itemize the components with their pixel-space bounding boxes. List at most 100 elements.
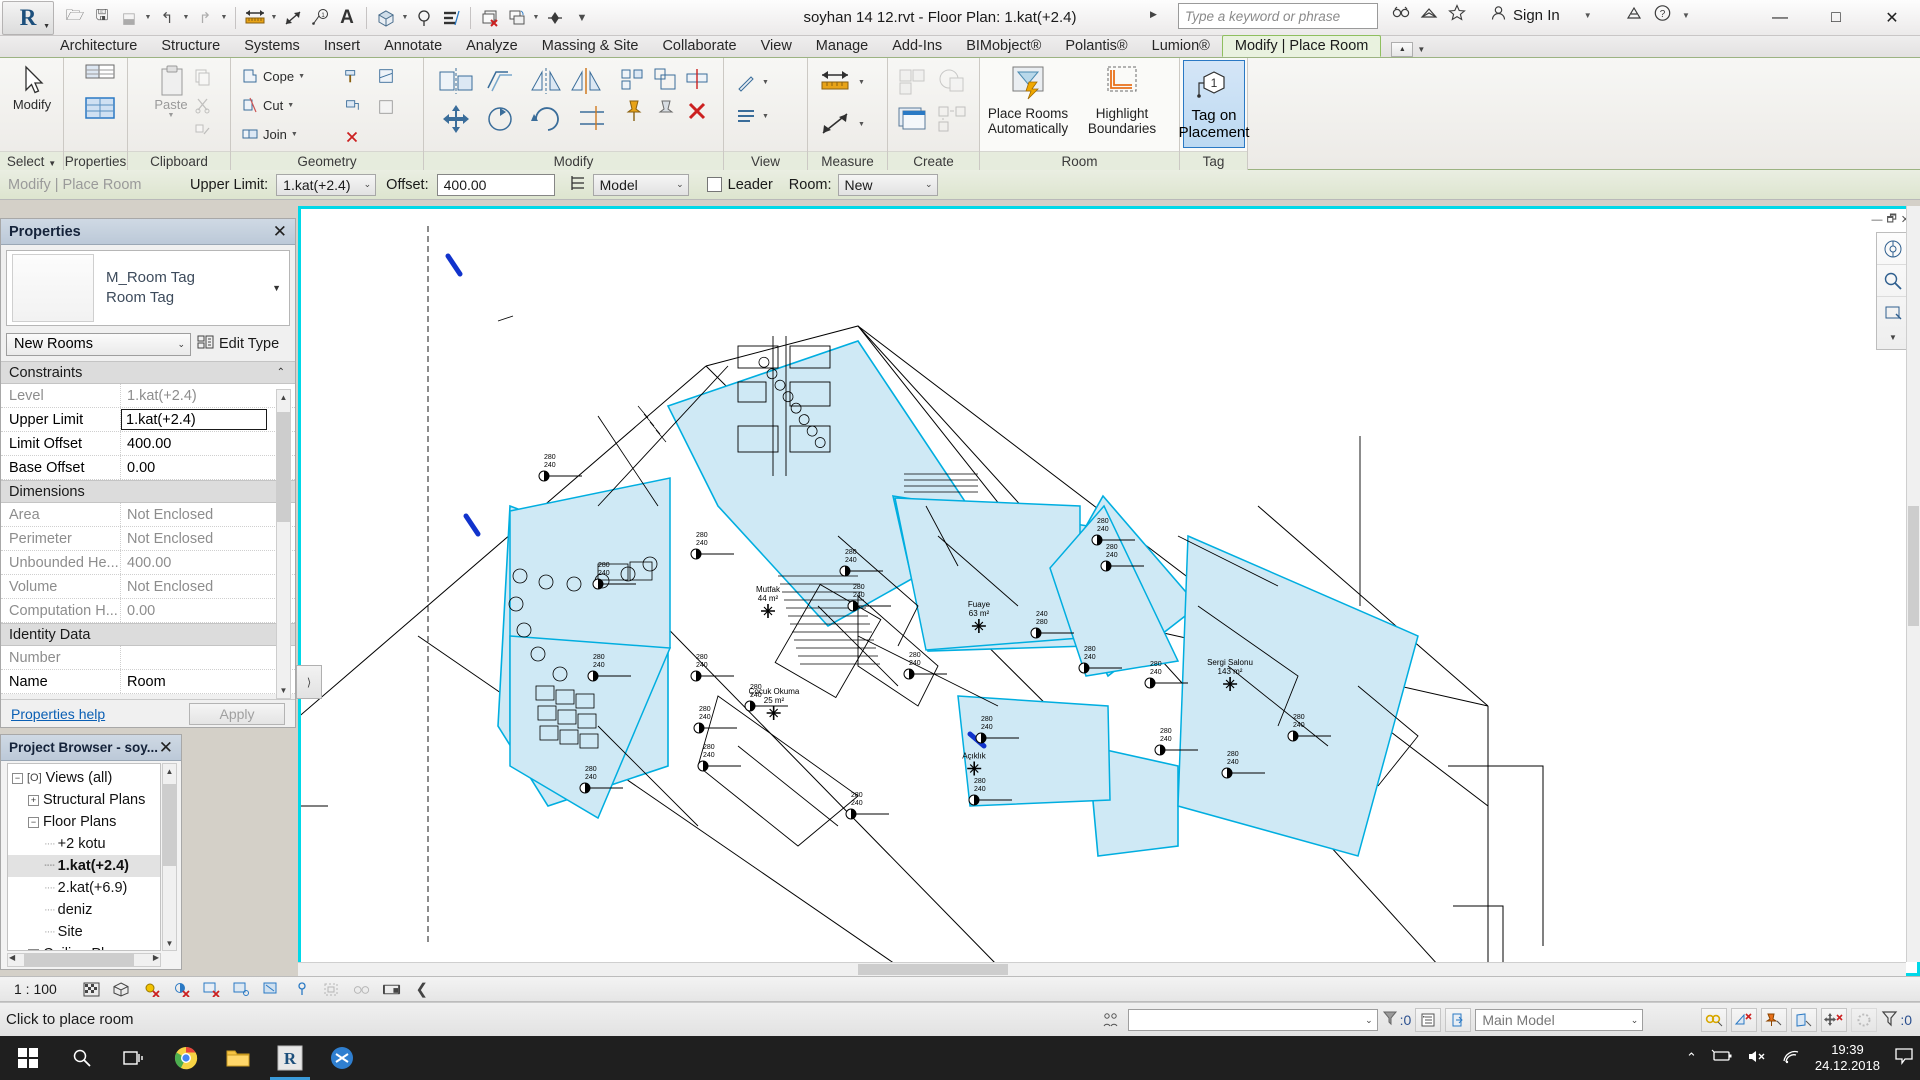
visual-style-icon[interactable] — [113, 980, 131, 998]
offset-input[interactable]: 400.00 — [436, 173, 555, 196]
property-row[interactable]: Limit Offset 400.00 — [1, 432, 295, 456]
elevation-tag[interactable]: 280 240 — [693, 706, 738, 735]
copy-button[interactable] — [194, 68, 212, 86]
properties-scroll-down-icon[interactable]: ▼ — [277, 683, 290, 698]
temporary-view-properties-icon[interactable] — [382, 980, 401, 998]
tab-lumion[interactable]: Lumion® — [1140, 36, 1222, 57]
view-minimize-button[interactable]: — — [1871, 214, 1882, 226]
paste-button[interactable]: Paste ▼ — [140, 64, 202, 119]
room-tag[interactable]: Fuaye 63 m² — [968, 600, 990, 634]
canvas-vertical-scrollbar[interactable] — [1906, 206, 1920, 962]
browser-scroll-up-icon[interactable]: ▲ — [163, 764, 176, 778]
new-rooms-select[interactable]: New Rooms ⌄ — [6, 332, 191, 356]
model-mode-icon[interactable] — [569, 174, 587, 196]
browser-expander-icon[interactable]: + — [28, 948, 39, 950]
switch-windows-icon[interactable] — [504, 4, 530, 32]
elevation-tag[interactable]: 280 240 — [845, 792, 890, 821]
mirror-pick-axis-button[interactable] — [528, 66, 564, 96]
switch-windows-caret-icon[interactable]: ▼ — [531, 4, 541, 32]
elevation-tag[interactable]: 280 240 — [538, 454, 583, 483]
undo-icon[interactable]: ↰ — [154, 4, 180, 32]
editable-only-icon[interactable] — [1851, 1008, 1878, 1032]
select-underlay-elements-icon[interactable] — [1731, 1008, 1758, 1032]
elevation-tag[interactable]: 280 240 — [690, 532, 735, 561]
properties-button[interactable] — [65, 62, 127, 128]
steering-wheel-icon[interactable] — [1877, 233, 1909, 265]
drawing-canvas[interactable]: 280 240 280 240 280 240 280 240 280 240 280 240 280 2… — [298, 206, 1920, 976]
selection-filter-group[interactable]: :0 — [1881, 1009, 1912, 1031]
apply-button[interactable]: Apply — [189, 702, 285, 725]
property-row[interactable]: Upper Limit 1.kat(+2.4) — [1, 408, 295, 432]
autodesk-app-icon[interactable] — [1625, 5, 1643, 26]
design-options-select[interactable]: Main Model ⌄ — [1475, 1009, 1644, 1031]
unlocked-3d-view-icon[interactable] — [293, 980, 311, 998]
properties-scroll-thumb[interactable] — [277, 412, 290, 522]
copy-modify-button[interactable] — [482, 102, 522, 136]
tab-manage[interactable]: Manage — [804, 36, 880, 57]
view-visibility-button[interactable]: ▼ — [734, 70, 769, 94]
undo-caret-icon[interactable]: ▼ — [181, 4, 191, 32]
property-row[interactable]: Base Offset 0.00 — [1, 456, 295, 480]
property-value[interactable]: 0.00 — [121, 456, 295, 479]
browser-scroll-down-icon[interactable]: ▼ — [163, 936, 176, 950]
qat-overflow-icon[interactable]: ▼ — [569, 4, 595, 32]
align-button[interactable] — [436, 66, 476, 96]
delete-button[interactable] — [684, 98, 710, 124]
taskbar-revit-button[interactable]: R — [264, 1036, 316, 1080]
leader-checkbox[interactable] — [706, 177, 722, 192]
print-caret-icon[interactable]: ▼ — [143, 4, 153, 32]
room-select[interactable]: New ⌄ — [837, 173, 938, 196]
sun-path-icon[interactable] — [143, 980, 161, 998]
taskbar-task-view-button[interactable] — [108, 1036, 160, 1080]
panel-label-select[interactable]: Select ▼ — [0, 151, 63, 170]
redo-icon[interactable]: ↱ — [192, 4, 218, 32]
measure-between-references-button[interactable]: ▼ — [818, 68, 865, 96]
property-value[interactable]: 400.00 — [121, 551, 295, 574]
mirror-draw-axis-button[interactable] — [568, 66, 604, 96]
property-group-header[interactable]: Identity Data⌃ — [1, 623, 295, 646]
cut-caret-icon[interactable]: ▼ — [287, 102, 294, 109]
tab-collaborate[interactable]: Collaborate — [650, 36, 748, 57]
measure-icon[interactable] — [242, 4, 268, 32]
property-group-collapse-icon[interactable]: ⌃ — [277, 367, 285, 378]
create-similar-button[interactable] — [896, 66, 930, 96]
property-row[interactable]: Area Not Enclosed — [1, 503, 295, 527]
room-tag[interactable]: Açıklık — [962, 752, 986, 777]
elevation-tag[interactable]: 280 240 — [592, 562, 637, 591]
canvas-vscroll-thumb[interactable] — [1908, 506, 1919, 626]
view-visibility-caret-icon[interactable]: ▼ — [762, 79, 769, 86]
elevation-tag[interactable]: 280 240 — [1221, 751, 1266, 780]
properties-scrollbar[interactable]: ▲ ▼ — [276, 389, 291, 699]
zoom-tool-icon[interactable] — [1877, 265, 1909, 297]
open-icon[interactable]: 🗁 — [62, 4, 88, 32]
browser-expander-icon[interactable]: − — [28, 816, 39, 828]
tab-analyze[interactable]: Analyze — [454, 36, 530, 57]
property-row[interactable]: Unbounded He... 400.00 — [1, 551, 295, 575]
properties-scroll-up-icon[interactable]: ▲ — [277, 390, 290, 405]
thin-lines-icon[interactable] — [438, 4, 464, 32]
tab-insert[interactable]: Insert — [312, 36, 372, 57]
browser-node[interactable]: ···· +2 kotu — [8, 833, 160, 855]
paint-button[interactable] — [343, 98, 361, 116]
property-value[interactable] — [121, 646, 295, 669]
design-options-icon[interactable] — [1415, 1008, 1442, 1032]
highlight-boundaries-button[interactable]: Highlight Boundaries — [1080, 60, 1164, 136]
tray-chevron-icon[interactable]: ⌃ — [1686, 1050, 1697, 1066]
action-center-icon[interactable] — [1894, 1047, 1914, 1069]
cut-geometry-button[interactable]: Cut ▼ — [241, 96, 294, 114]
tab-structure[interactable]: Structure — [149, 36, 232, 57]
show-render-dialog-icon[interactable] — [233, 980, 251, 998]
canvas-hscroll-thumb[interactable] — [858, 964, 1008, 975]
active-design-option-icon[interactable] — [1445, 1008, 1472, 1032]
taskbar-search-button[interactable] — [56, 1036, 108, 1080]
elevation-tag[interactable]: 280 240 — [1144, 661, 1189, 690]
elevation-tag[interactable]: 280 240 — [1287, 714, 1332, 743]
select-elements-by-face-icon[interactable] — [1791, 1008, 1818, 1032]
detail-level-icon[interactable] — [83, 980, 101, 998]
cope-caret-icon[interactable]: ▼ — [298, 73, 305, 80]
browser-node[interactable]: + Ceiling Plans — [8, 943, 160, 950]
elevation-tag[interactable]: 280 240 — [839, 549, 884, 578]
browser-node[interactable]: ···· 2.kat(+6.9) — [8, 877, 160, 899]
properties-close-icon[interactable]: ✕ — [273, 222, 287, 242]
unpin-button[interactable] — [652, 98, 678, 124]
